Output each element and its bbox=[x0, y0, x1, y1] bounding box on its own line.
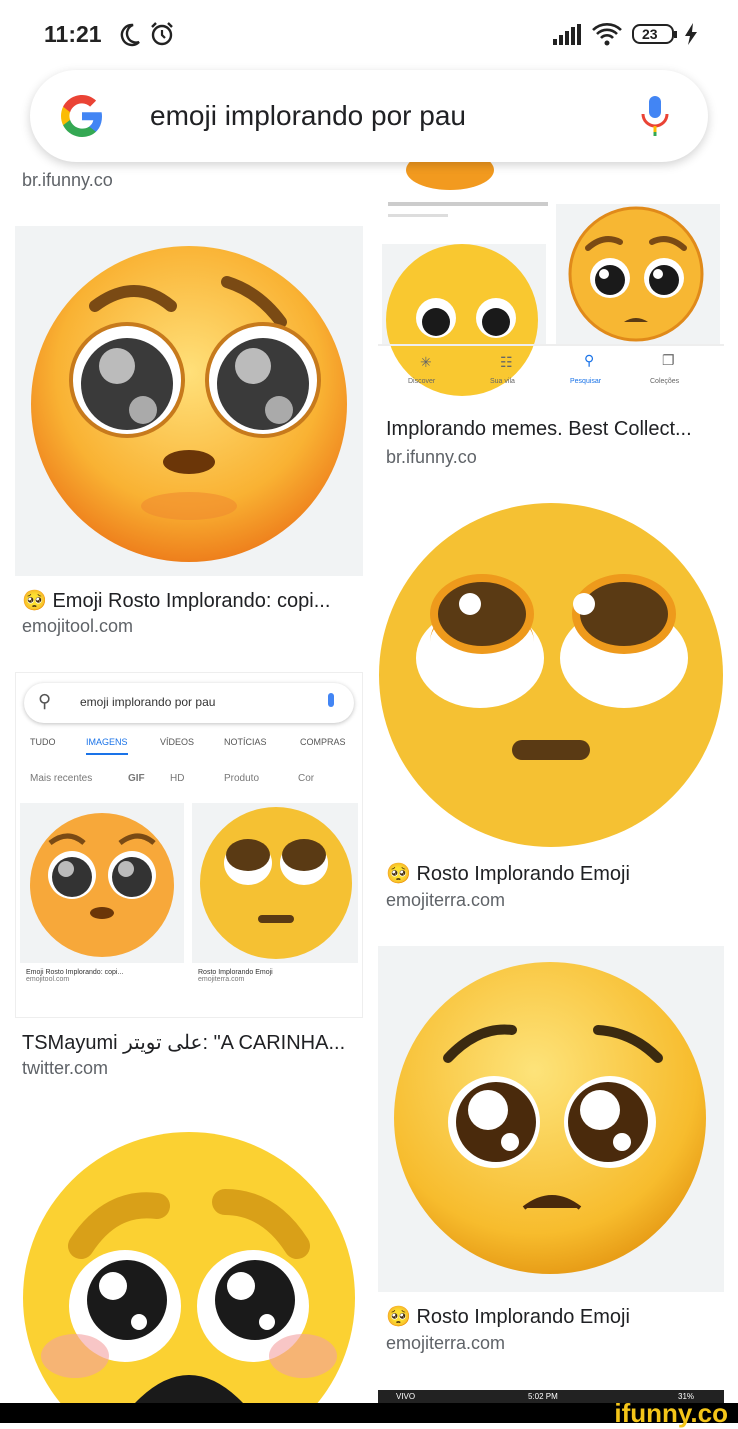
result-source[interactable]: emojiterra.com bbox=[386, 1333, 505, 1354]
collections-icon: ❐ bbox=[662, 352, 675, 368]
charging-icon bbox=[685, 23, 697, 45]
pleading-face-icon: 🥺 bbox=[386, 863, 417, 885]
search-bar[interactable]: emoji implorando por pau bbox=[30, 70, 708, 162]
ifunny-watermark: ifunny.co bbox=[614, 1398, 728, 1428]
inner-filters: Mais recentes GIF HD Produto Cor bbox=[30, 773, 315, 784]
result-source[interactable]: emojitool.com bbox=[22, 616, 133, 637]
battery-level: 23 bbox=[642, 26, 658, 42]
result-image-emojiterra-1[interactable] bbox=[378, 502, 724, 848]
result-title[interactable]: TSMayumi على تويتر: "A CARINHA... bbox=[22, 1030, 362, 1055]
wifi-icon bbox=[592, 23, 622, 46]
search-icon: ⚲ bbox=[38, 691, 52, 711]
battery-icon: 23 bbox=[632, 24, 677, 44]
result-source[interactable]: emojiterra.com bbox=[386, 890, 505, 911]
result-title[interactable]: 🥺 Rosto Implorando Emoji bbox=[386, 861, 726, 886]
result-source[interactable]: br.ifunny.co bbox=[386, 447, 477, 468]
result-image-emojiterra-2[interactable] bbox=[378, 946, 724, 1292]
status-time: 11:21 bbox=[44, 21, 102, 47]
mic-icon[interactable] bbox=[638, 94, 672, 138]
result-image-ifunny[interactable]: ✳ ☷ ⚲ ❐ Discover Sua vila Pesquisar Cole… bbox=[378, 160, 724, 404]
pleading-face-image bbox=[379, 503, 723, 847]
result-title[interactable]: Implorando memes. Best Collect... bbox=[386, 418, 726, 441]
result-image-bottom-left[interactable] bbox=[15, 1116, 363, 1403]
pleading-face-image bbox=[394, 962, 706, 1274]
inner-image-2 bbox=[192, 803, 358, 963]
inner-tabs: TUDO IMAGENS VÍDEOS NOTÍCIAS COMPRAS bbox=[16, 737, 362, 761]
result-image-twitter[interactable]: ⚲ emoji implorando por pau TUDO IMAGENS … bbox=[15, 672, 363, 1018]
status-bar: 11:21 23 bbox=[0, 0, 738, 70]
search-icon: ⚲ bbox=[584, 352, 595, 368]
search-input[interactable]: emoji implorando por pau bbox=[150, 100, 466, 132]
google-logo bbox=[61, 95, 102, 137]
pleading-face-icon: 🥺 bbox=[386, 1306, 417, 1328]
result-source-top[interactable]: br.ifunny.co bbox=[22, 170, 113, 191]
result-title[interactable]: 🥺 Emoji Rosto Implorando: copi... bbox=[22, 588, 362, 613]
result-title[interactable]: 🥺 Rosto Implorando Emoji bbox=[386, 1304, 726, 1329]
group-icon: ☷ bbox=[500, 354, 513, 370]
signal-icon bbox=[553, 24, 581, 45]
inner-caption-1: Emoji Rosto Implorando: copi... emojitool… bbox=[26, 969, 124, 983]
moon-icon bbox=[120, 23, 140, 47]
result-image-emojitool[interactable] bbox=[15, 226, 363, 576]
star-icon: ✳ bbox=[420, 354, 432, 370]
alarm-icon bbox=[151, 22, 173, 46]
pleading-face-icon: 🥺 bbox=[22, 590, 53, 612]
pleading-face-image bbox=[31, 246, 347, 562]
inner-caption-2: Rosto Implorando Emoji emojiterra.com bbox=[198, 969, 273, 983]
inner-query: emoji implorando por pau bbox=[80, 695, 216, 709]
mic-icon bbox=[328, 693, 334, 707]
inner-image-1 bbox=[20, 803, 184, 963]
inner-search-bar: ⚲ emoji implorando por pau bbox=[24, 683, 354, 723]
ifunny-nav: ✳ ☷ ⚲ ❐ Discover Sua vila Pesquisar Cole… bbox=[408, 352, 680, 385]
result-source[interactable]: twitter.com bbox=[22, 1058, 108, 1079]
pleading-face-image bbox=[23, 1132, 355, 1403]
